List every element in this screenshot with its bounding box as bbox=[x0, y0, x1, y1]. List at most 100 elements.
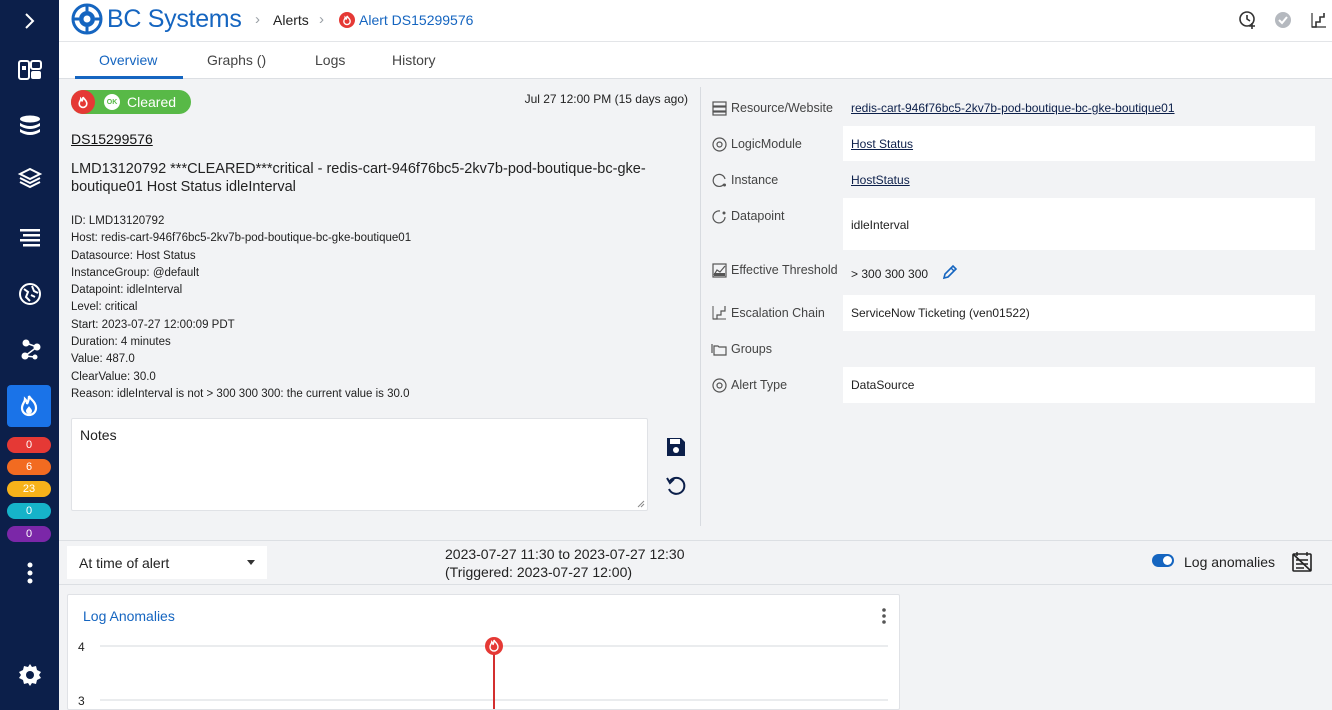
toggle-knob bbox=[1163, 556, 1172, 565]
warning-count-badge[interactable]: 23 bbox=[7, 481, 51, 497]
alert-fire-icon bbox=[339, 12, 355, 28]
detail-line: Level: critical bbox=[71, 301, 138, 314]
alerts-fire-icon bbox=[20, 395, 38, 417]
topology-icon[interactable] bbox=[0, 336, 59, 362]
datapoint-value: idleInterval bbox=[851, 218, 910, 232]
critical-count-badge[interactable]: 0 bbox=[7, 437, 51, 453]
escalation-value: ServiceNow Ticketing (ven01522) bbox=[851, 306, 1030, 320]
detail-line: Start: 2023-07-27 12:00:09 PDT bbox=[71, 318, 235, 331]
logo-mark-icon bbox=[71, 3, 103, 35]
detail-line: Host: redis-cart-946f76bc5-2kv7b-pod-bou… bbox=[71, 232, 412, 245]
datapoint-icon bbox=[711, 208, 727, 224]
threshold-value: > 300 300 300 bbox=[851, 267, 929, 281]
expand-chevron-icon[interactable] bbox=[0, 10, 59, 32]
breadcrumb-separator-icon: › bbox=[319, 11, 324, 28]
save-note-icon[interactable] bbox=[665, 436, 687, 463]
breadcrumb-current: Alert DS15299576 bbox=[359, 12, 474, 28]
threshold-chart-icon bbox=[711, 262, 727, 278]
tab-logs[interactable]: Logs bbox=[315, 52, 345, 68]
alert-title: LMD13120792 ***CLEARED***critical - redi… bbox=[71, 161, 646, 195]
notes-textarea[interactable]: Notes bbox=[71, 418, 648, 511]
status-label: Cleared bbox=[127, 94, 177, 110]
property-instance: Instance HostStatus bbox=[701, 162, 1332, 198]
breadcrumb-separator-icon: › bbox=[255, 11, 260, 28]
alert-id-link[interactable]: DS15299576 bbox=[71, 131, 153, 147]
log-anomalies-toggle[interactable] bbox=[1152, 554, 1174, 567]
more-vertical-icon[interactable] bbox=[0, 560, 59, 586]
settings-gear-icon[interactable] bbox=[0, 662, 59, 688]
top-bar: BC Systems › Alerts › Alert DS15299576 bbox=[59, 0, 1332, 42]
detail-line: InstanceGroup: @default bbox=[71, 266, 200, 279]
property-value-box bbox=[843, 126, 1315, 161]
folders-icon bbox=[711, 341, 727, 357]
log-anomalies-off-icon[interactable] bbox=[1291, 551, 1313, 578]
logicmodule-link[interactable]: Host Status bbox=[851, 137, 913, 151]
tab-graphs[interactable]: Graphs () bbox=[207, 52, 266, 68]
property-label: Effective Threshold bbox=[731, 263, 838, 277]
property-alert-type: Alert Type DataSource bbox=[701, 367, 1332, 403]
detail-line: ClearValue: 30.0 bbox=[71, 370, 156, 383]
property-datapoint: Datapoint idleInterval bbox=[701, 198, 1332, 250]
resources-icon[interactable] bbox=[0, 113, 59, 139]
resize-handle-icon[interactable] bbox=[637, 500, 645, 508]
detail-line: Datapoint: idleInterval bbox=[71, 284, 183, 297]
layers-icon[interactable] bbox=[0, 165, 59, 191]
triggered-line: (Triggered: 2023-07-27 12:00) bbox=[445, 564, 633, 580]
breadcrumb-alerts[interactable]: Alerts bbox=[273, 12, 309, 28]
time-range-select[interactable]: At time of alert bbox=[67, 546, 267, 579]
logs-list-icon[interactable] bbox=[0, 225, 59, 251]
property-label: Escalation Chain bbox=[731, 306, 825, 320]
edit-pencil-icon[interactable] bbox=[942, 264, 958, 285]
alerts-nav-item[interactable] bbox=[7, 385, 51, 427]
property-label: LogicModule bbox=[731, 137, 802, 151]
property-label: Alert Type bbox=[731, 378, 788, 392]
alert-properties-panel: Resource/Website redis-cart-946f76bc5-2k… bbox=[701, 79, 1332, 526]
info-count-badge[interactable]: 0 bbox=[7, 503, 51, 519]
error-count-badge[interactable]: 6 bbox=[7, 459, 51, 475]
alert-type-value: DataSource bbox=[851, 378, 915, 392]
tab-history[interactable]: History bbox=[392, 52, 436, 68]
property-escalation: Escalation Chain ServiceNow Ticketing (v… bbox=[701, 295, 1332, 331]
alert-type-icon bbox=[711, 377, 727, 393]
escalation-icon bbox=[711, 304, 727, 320]
instance-icon bbox=[711, 172, 727, 188]
websites-globe-icon[interactable] bbox=[0, 281, 59, 307]
property-threshold: Effective Threshold > 300 300 300 bbox=[701, 251, 1332, 295]
property-value-box bbox=[843, 198, 1315, 250]
logo[interactable]: BC Systems bbox=[71, 3, 242, 35]
detail-line: Duration: 4 minutes bbox=[71, 336, 171, 349]
detail-line: Datasource: Host Status bbox=[71, 249, 196, 262]
dropdown-caret-icon bbox=[247, 560, 255, 565]
revert-note-icon[interactable] bbox=[665, 475, 687, 502]
toggle-label: Log anomalies bbox=[1184, 554, 1276, 570]
property-logicmodule: LogicModule Host Status bbox=[701, 126, 1332, 162]
logicmodule-icon bbox=[711, 136, 727, 152]
detail-line: Value: 487.0 bbox=[71, 353, 135, 366]
escalate-icon[interactable] bbox=[1308, 9, 1330, 31]
dashboard-icon[interactable] bbox=[0, 57, 59, 83]
alert-timestamp: Jul 27 12:00 PM (15 days ago) bbox=[524, 92, 688, 106]
time-range-text: 2023-07-27 11:30 to 2023-07-27 12:30 (Tr… bbox=[445, 545, 685, 581]
property-groups: Groups bbox=[701, 331, 1332, 367]
alert-overview-panel: OK Cleared Jul 27 12:00 PM (15 days ago)… bbox=[59, 79, 700, 526]
ack-timer-icon[interactable] bbox=[1237, 9, 1259, 31]
y-tick-label: 4 bbox=[78, 640, 85, 654]
property-label: Instance bbox=[731, 173, 779, 187]
property-label: Datapoint bbox=[731, 209, 785, 223]
tab-overview[interactable]: Overview bbox=[99, 52, 157, 68]
instance-link[interactable]: HostStatus bbox=[851, 173, 910, 187]
acknowledge-check-icon[interactable] bbox=[1272, 9, 1294, 31]
alert-details: ID: LMD13120792 Host: redis-cart-946f76b… bbox=[71, 213, 411, 403]
detail-line: ID: LMD13120792 bbox=[71, 215, 165, 227]
sidebar: 0 6 23 0 0 bbox=[0, 0, 59, 710]
tab-bar: Overview Graphs () Logs History bbox=[59, 42, 1332, 79]
other-count-badge[interactable]: 0 bbox=[7, 526, 51, 542]
property-label: Groups bbox=[731, 342, 772, 356]
resource-link[interactable]: redis-cart-946f76bc5-2kv7b-pod-boutique-… bbox=[851, 101, 1175, 115]
chart-plot: 4 3 bbox=[78, 637, 888, 709]
alert-marker-icon bbox=[485, 637, 503, 655]
server-icon bbox=[711, 100, 727, 116]
range-line: 2023-07-27 11:30 to 2023-07-27 12:30 bbox=[445, 546, 685, 562]
notes-placeholder: Notes bbox=[80, 427, 117, 443]
graph-filter-bar: At time of alert 2023-07-27 11:30 to 202… bbox=[59, 540, 1332, 585]
